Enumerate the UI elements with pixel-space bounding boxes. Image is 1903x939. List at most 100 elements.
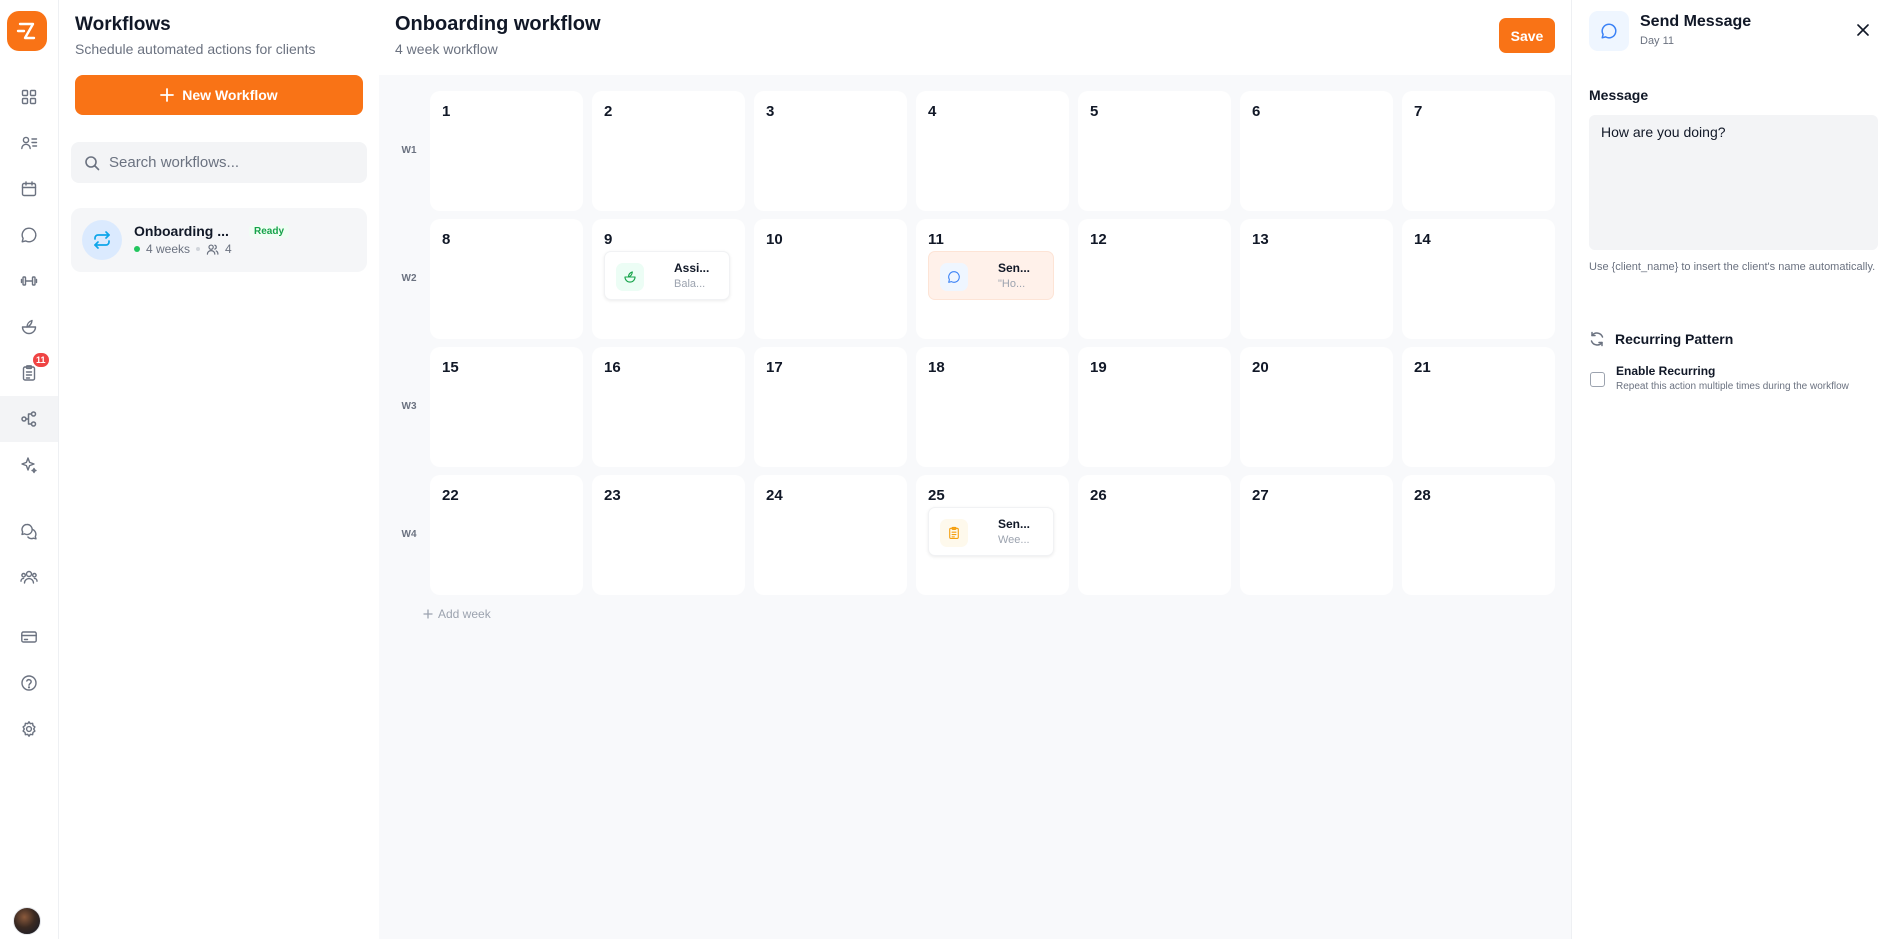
new-workflow-button[interactable]: New Workflow [75, 75, 363, 115]
day-cell[interactable]: 25 Sen... Wee... [916, 475, 1069, 595]
rail-button-workflow-nodes[interactable] [0, 396, 58, 442]
plus-icon [423, 609, 433, 619]
rail-button-clients-list[interactable] [0, 120, 58, 166]
calendar-canvas: W1 1 2 3 4 5 6 7 W2 8 9 Assi... Bala... 10 11 Sen... "Ho… [379, 75, 1571, 939]
day-cell[interactable]: 11 Sen... "Ho... [916, 219, 1069, 339]
rail-button-dumbbell[interactable] [0, 258, 58, 304]
close-icon[interactable] [1853, 20, 1873, 40]
app-logo[interactable] [7, 11, 47, 51]
day-cell[interactable]: 19 [1078, 347, 1231, 467]
day-number: 7 [1414, 103, 1423, 120]
calendar-icon [20, 180, 38, 198]
day-cell[interactable]: 26 [1078, 475, 1231, 595]
day-cell[interactable]: 28 [1402, 475, 1555, 595]
save-button[interactable]: Save [1499, 18, 1555, 53]
day-cell[interactable]: 23 [592, 475, 745, 595]
rail-button-team[interactable] [0, 554, 58, 600]
day-number: 4 [928, 103, 937, 120]
day-number: 28 [1414, 487, 1431, 504]
chat-bubble-icon [940, 263, 968, 291]
day-cell[interactable]: 7 [1402, 91, 1555, 211]
day-number: 15 [442, 359, 459, 376]
day-cell[interactable]: 13 [1240, 219, 1393, 339]
workflow-clients: 4 [225, 242, 232, 256]
week-label: W4 [401, 529, 417, 540]
action-title: Sen... [998, 517, 1031, 531]
action-card[interactable]: Sen... Wee... [928, 507, 1054, 556]
day-number: 23 [604, 487, 621, 504]
rail-button-sparkle[interactable] [0, 442, 58, 488]
day-cell[interactable]: 1 [430, 91, 583, 211]
rail-button-help-circle[interactable] [0, 660, 58, 706]
day-cell[interactable]: 14 [1402, 219, 1555, 339]
rail-button-billing-card[interactable] [0, 614, 58, 660]
users-icon [206, 243, 219, 256]
day-cell[interactable]: 21 [1402, 347, 1555, 467]
day-number: 12 [1090, 231, 1107, 248]
status-badge: Ready [249, 225, 290, 238]
day-cell[interactable]: 20 [1240, 347, 1393, 467]
day-cell[interactable]: 10 [754, 219, 907, 339]
rail-button-chat-bubble[interactable] [0, 212, 58, 258]
search-box [71, 142, 367, 183]
day-cell[interactable]: 22 [430, 475, 583, 595]
enable-recurring-label: Enable Recurring [1616, 364, 1716, 378]
day-cell[interactable]: 2 [592, 91, 745, 211]
day-cell[interactable]: 12 [1078, 219, 1231, 339]
rail-button-community-chat[interactable] [0, 508, 58, 554]
rail-button-calendar[interactable] [0, 166, 58, 212]
day-cell[interactable]: 3 [754, 91, 907, 211]
nutrition-bowl-icon [20, 318, 38, 336]
sparkle-icon [20, 456, 38, 474]
action-subtitle: Wee... [998, 534, 1030, 546]
day-cell[interactable]: 18 [916, 347, 1069, 467]
workflow-card[interactable]: Onboarding ... Ready 4 weeks 4 [71, 208, 367, 272]
day-cell[interactable]: 27 [1240, 475, 1393, 595]
recurring-title: Recurring Pattern [1615, 331, 1734, 347]
rail-button-clipboard[interactable]: 11 [0, 350, 58, 396]
action-card[interactable]: Assi... Bala... [604, 251, 730, 300]
clients-list-icon [20, 134, 38, 152]
day-cell[interactable]: 4 [916, 91, 1069, 211]
community-chat-icon [20, 522, 38, 540]
day-cell[interactable]: 8 [430, 219, 583, 339]
clipboard-icon [940, 519, 968, 547]
add-week-button[interactable]: Add week [423, 607, 491, 621]
day-cell[interactable]: 5 [1078, 91, 1231, 211]
user-avatar[interactable] [13, 907, 41, 935]
status-dot [134, 246, 140, 252]
search-input[interactable] [109, 154, 349, 171]
nutrition-bowl-icon [616, 263, 644, 291]
enable-recurring-description: Repeat this action multiple times during… [1616, 381, 1849, 392]
day-number: 22 [442, 487, 459, 504]
day-cell[interactable]: 6 [1240, 91, 1393, 211]
day-cell[interactable]: 17 [754, 347, 907, 467]
rail-button-dashboard-grid[interactable] [0, 74, 58, 120]
day-cell[interactable]: 16 [592, 347, 745, 467]
action-card[interactable]: Sen... "Ho... [928, 251, 1054, 300]
day-number: 21 [1414, 359, 1431, 376]
day-number: 10 [766, 231, 783, 248]
day-number: 11 [928, 231, 944, 248]
workflow-editor: Onboarding workflow 4 week workflow Save… [379, 0, 1571, 939]
message-textarea[interactable]: How are you doing? [1589, 115, 1878, 250]
chat-bubble-icon [20, 226, 38, 244]
week-label: W1 [401, 145, 417, 156]
team-icon [20, 568, 38, 586]
enable-recurring-checkbox[interactable] [1590, 372, 1605, 387]
day-number: 1 [442, 103, 451, 120]
day-number: 18 [928, 359, 945, 376]
day-cell[interactable]: 9 Assi... Bala... [592, 219, 745, 339]
rail-button-settings-gear[interactable] [0, 706, 58, 752]
workflows-sidebar: Workflows Schedule automated actions for… [59, 0, 379, 939]
action-detail-panel: Send Message Day 11 Message How are you … [1571, 0, 1903, 939]
page-subtitle: 4 week workflow [395, 41, 498, 57]
action-subtitle: "Ho... [998, 278, 1026, 290]
day-number: 25 [928, 487, 945, 504]
day-cell[interactable]: 15 [430, 347, 583, 467]
day-cell[interactable]: 24 [754, 475, 907, 595]
dashboard-grid-icon [20, 88, 38, 106]
add-week-label: Add week [438, 607, 491, 621]
plus-icon [160, 88, 175, 102]
rail-button-nutrition-bowl[interactable] [0, 304, 58, 350]
